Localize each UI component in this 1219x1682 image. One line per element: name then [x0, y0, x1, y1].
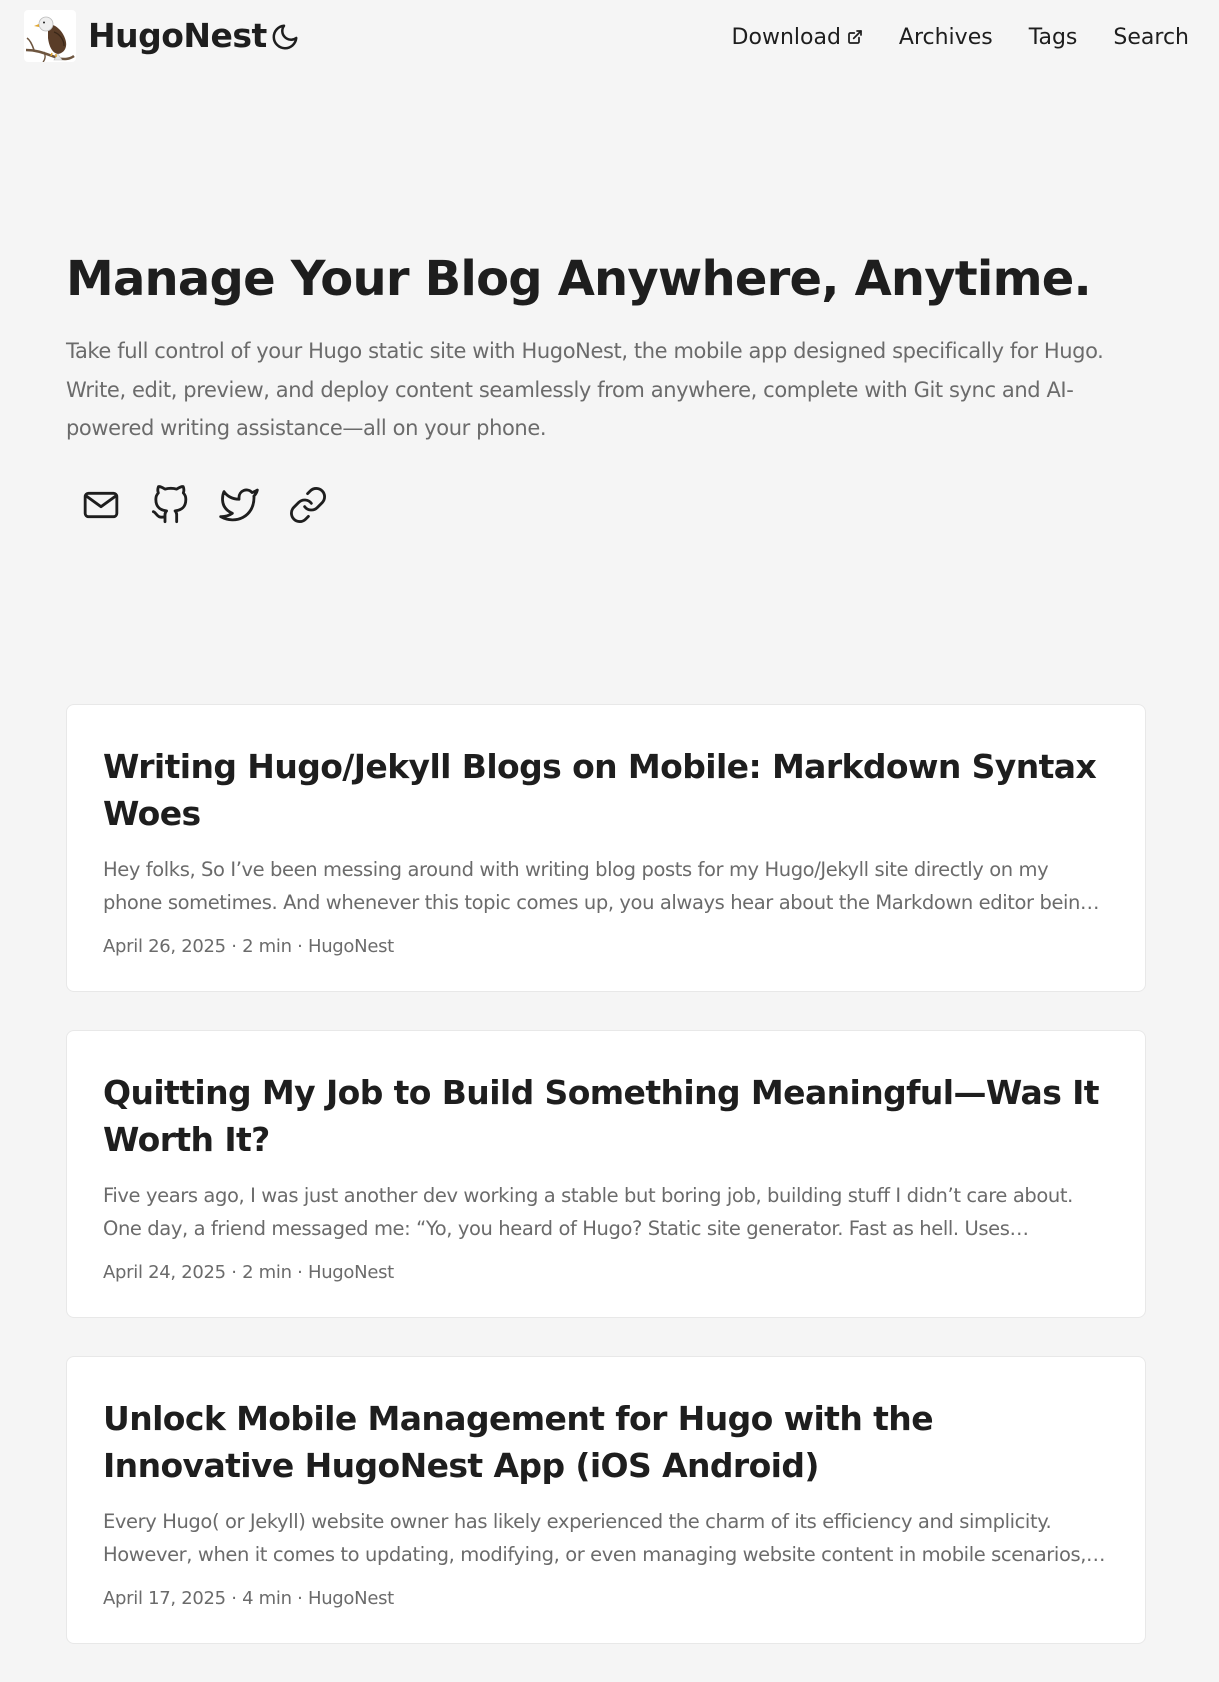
- post-card[interactable]: Quitting My Job to Build Something Meani…: [66, 1030, 1146, 1318]
- moon-icon[interactable]: [270, 22, 300, 52]
- nav-archives-link[interactable]: Archives: [899, 25, 993, 50]
- eagle-logo-icon[interactable]: [24, 10, 76, 62]
- post-title[interactable]: Unlock Mobile Management for Hugo with t…: [103, 1395, 1109, 1489]
- post-meta: April 26, 2025 · 2 min · HugoNest: [103, 936, 394, 957]
- social-links: [78, 482, 354, 528]
- main-nav: Download Archives Tags Search: [696, 18, 1189, 56]
- nav-tags-link[interactable]: Tags: [1029, 25, 1078, 50]
- twitter-icon[interactable]: [216, 482, 262, 528]
- post-meta: April 17, 2025 · 4 min · HugoNest: [103, 1588, 394, 1609]
- post-card[interactable]: Unlock Mobile Management for Hugo with t…: [66, 1356, 1146, 1644]
- nav-search-link[interactable]: Search: [1113, 25, 1189, 50]
- post-list: Writing Hugo/Jekyll Blogs on Mobile: Mar…: [66, 704, 1146, 1682]
- post-title[interactable]: Writing Hugo/Jekyll Blogs on Mobile: Mar…: [103, 743, 1109, 837]
- post-excerpt: Five years ago, I was just another dev w…: [103, 1184, 1073, 1240]
- post-title[interactable]: Quitting My Job to Build Something Meani…: [103, 1069, 1109, 1163]
- nav-download-label: Download: [731, 24, 841, 50]
- hero-description: Take full control of your Hugo static si…: [66, 339, 1104, 440]
- hero-title: Manage Your Blog Anywhere, Anytime.: [66, 251, 1092, 307]
- site-name-link[interactable]: HugoNest: [88, 14, 267, 58]
- email-icon[interactable]: [78, 482, 124, 528]
- post-excerpt: Hey folks, So I’ve been messing around w…: [103, 858, 1092, 914]
- github-icon[interactable]: [147, 482, 193, 528]
- post-card[interactable]: Writing Hugo/Jekyll Blogs on Mobile: Mar…: [66, 704, 1146, 992]
- link-icon[interactable]: [285, 482, 331, 528]
- hero-section: Manage Your Blog Anywhere, Anytime. Take…: [66, 244, 1156, 448]
- external-link-icon: [848, 30, 862, 44]
- post-meta: April 24, 2025 · 2 min · HugoNest: [103, 1262, 394, 1283]
- site-header: HugoNest Download Archives Tags Search: [0, 0, 1219, 74]
- nav-download-link[interactable]: Download: [732, 25, 863, 50]
- post-excerpt: Every Hugo( or Jekyll) website owner has…: [103, 1510, 1087, 1566]
